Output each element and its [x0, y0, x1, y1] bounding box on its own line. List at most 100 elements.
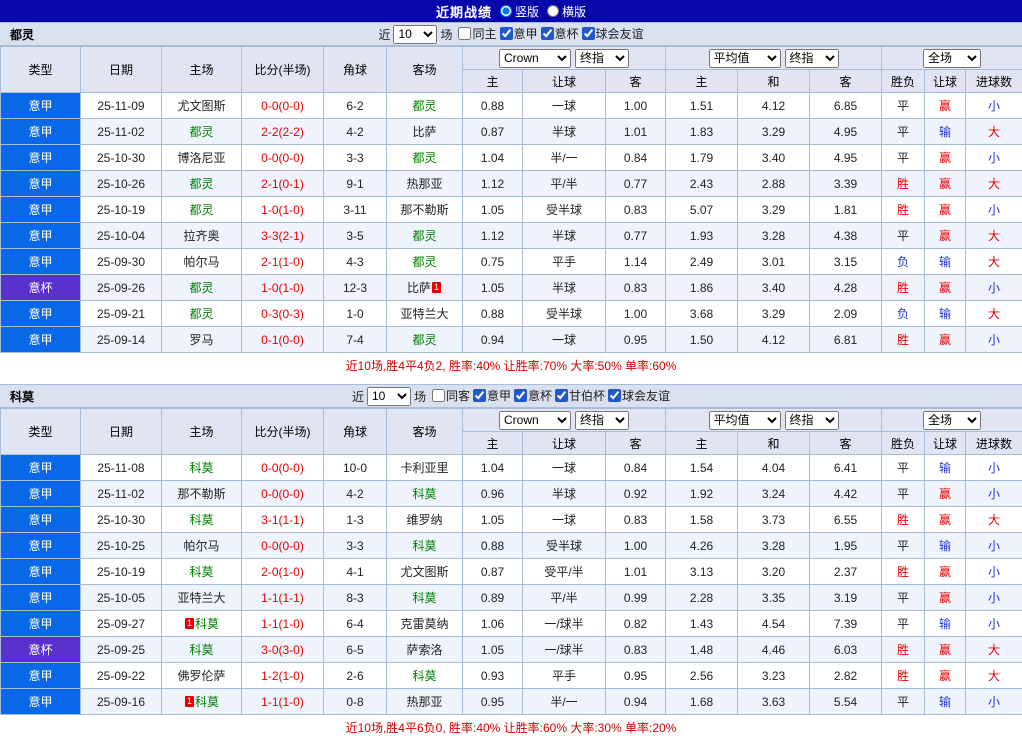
home-team-name[interactable]: 都灵 — [189, 177, 213, 191]
home-team-name[interactable]: 帕尔马 — [183, 539, 219, 553]
away-team-name[interactable]: 科莫 — [412, 539, 436, 553]
away-team-name[interactable]: 科莫 — [412, 669, 436, 683]
away-team-name[interactable]: 维罗纳 — [406, 513, 442, 527]
away-team-name[interactable]: 那不勒斯 — [400, 203, 448, 217]
avg-time-select[interactable]: 终指 — [785, 49, 839, 68]
filter-checkbox[interactable]: 同主 — [458, 25, 496, 42]
away-team-name[interactable]: 科莫 — [412, 487, 436, 501]
home-team-name[interactable]: 科莫 — [195, 617, 219, 631]
score-cell[interactable]: 1-0(1-0) — [242, 197, 324, 223]
home-team-name[interactable]: 那不勒斯 — [177, 487, 225, 501]
away-team-name[interactable]: 都灵 — [412, 151, 436, 165]
score-cell[interactable]: 2-1(0-1) — [242, 171, 324, 197]
filter-checkbox-input[interactable] — [514, 389, 527, 402]
score-cell[interactable]: 0-0(0-0) — [242, 93, 324, 119]
score-cell[interactable]: 0-1(0-0) — [242, 327, 324, 353]
score-cell[interactable]: 0-0(0-0) — [242, 455, 324, 481]
away-team-name[interactable]: 科莫 — [412, 591, 436, 605]
filter-checkbox[interactable]: 意甲 — [473, 387, 511, 404]
filter-checkbox-input[interactable] — [541, 27, 554, 40]
filter-checkbox-input[interactable] — [500, 27, 513, 40]
home-team-name[interactable]: 博洛尼亚 — [177, 151, 225, 165]
score-cell[interactable]: 1-0(1-0) — [242, 275, 324, 301]
score-cell[interactable]: 1-2(1-0) — [242, 663, 324, 689]
bookmaker-select[interactable]: Crown — [499, 49, 571, 68]
scope-select[interactable]: 全场 — [923, 411, 981, 430]
score-cell[interactable]: 3-3(2-1) — [242, 223, 324, 249]
result-cell: 平 — [882, 611, 925, 637]
filter-checkbox[interactable]: 球会友谊 — [582, 25, 644, 42]
bookmaker-select[interactable]: Crown — [499, 411, 571, 430]
score-cell[interactable]: 2-1(1-0) — [242, 249, 324, 275]
vertical-radio-input[interactable] — [500, 5, 512, 17]
filter-checkbox-input[interactable] — [555, 389, 568, 402]
score-cell[interactable]: 1-1(1-0) — [242, 611, 324, 637]
home-team-name[interactable]: 拉齐奥 — [183, 229, 219, 243]
away-team-name[interactable]: 克雷莫纳 — [400, 617, 448, 631]
away-team-name[interactable]: 都灵 — [412, 99, 436, 113]
away-team-name[interactable]: 都灵 — [412, 333, 436, 347]
away-team-name[interactable]: 都灵 — [412, 255, 436, 269]
filter-checkbox[interactable]: 意杯 — [541, 25, 579, 42]
filter-checkbox-input[interactable] — [608, 389, 621, 402]
score-cell[interactable]: 3-0(3-0) — [242, 637, 324, 663]
away-team-name[interactable]: 热那亚 — [406, 695, 442, 709]
away-team-name[interactable]: 卡利亚里 — [400, 461, 448, 475]
away-team-name[interactable]: 尤文图斯 — [400, 565, 448, 579]
filter-checkbox[interactable]: 球会友谊 — [608, 387, 670, 404]
score-cell[interactable]: 1-1(1-0) — [242, 689, 324, 715]
filter-checkbox-input[interactable] — [432, 389, 445, 402]
filter-checkbox-input[interactable] — [458, 27, 471, 40]
home-team-name[interactable]: 科莫 — [195, 695, 219, 709]
odds-time-select[interactable]: 终指 — [575, 411, 629, 430]
away-team-name[interactable]: 比萨 — [412, 125, 436, 139]
filter-checkbox-input[interactable] — [473, 389, 486, 402]
date-cell: 25-09-25 — [81, 637, 162, 663]
match-count-select[interactable]: 10 — [367, 387, 411, 406]
away-team-name[interactable]: 都灵 — [412, 229, 436, 243]
match-count-select[interactable]: 10 — [393, 25, 437, 44]
away-team-name[interactable]: 亚特兰大 — [400, 307, 448, 321]
home-team-name[interactable]: 都灵 — [189, 307, 213, 321]
home-team-name[interactable]: 帕尔马 — [183, 255, 219, 269]
corner-cell: 3-3 — [324, 533, 387, 559]
home-team-name[interactable]: 科莫 — [189, 461, 213, 475]
filter-checkbox[interactable]: 甘伯杯 — [555, 387, 605, 404]
stats-table: 类型 日期 主场 比分(半场) 角球 客场 Crown终指 平均值终指 全场 主… — [0, 46, 1022, 353]
score-cell[interactable]: 2-0(1-0) — [242, 559, 324, 585]
score-cell[interactable]: 2-2(2-2) — [242, 119, 324, 145]
away-team-name[interactable]: 热那亚 — [406, 177, 442, 191]
avg-away-cell: 5.54 — [810, 689, 882, 715]
avg-type-select[interactable]: 平均值 — [709, 49, 781, 68]
score-cell[interactable]: 0-3(0-3) — [242, 301, 324, 327]
filter-checkbox[interactable]: 同客 — [432, 387, 470, 404]
odds-time-select[interactable]: 终指 — [575, 49, 629, 68]
score-cell[interactable]: 0-0(0-0) — [242, 145, 324, 171]
score-cell[interactable]: 3-1(1-1) — [242, 507, 324, 533]
avg-draw-cell: 3.23 — [738, 663, 810, 689]
filter-checkbox[interactable]: 意杯 — [514, 387, 552, 404]
avg-type-select[interactable]: 平均值 — [709, 411, 781, 430]
filter-checkbox[interactable]: 意甲 — [500, 25, 538, 42]
home-team-name[interactable]: 罗马 — [189, 333, 213, 347]
away-team-name[interactable]: 萨索洛 — [406, 643, 442, 657]
home-team-name[interactable]: 科莫 — [189, 565, 213, 579]
horizontal-radio-input[interactable] — [547, 5, 559, 17]
filter-checkbox-input[interactable] — [582, 27, 595, 40]
layout-radio-horizontal[interactable]: 横版 — [547, 3, 586, 20]
score-cell[interactable]: 0-0(0-0) — [242, 533, 324, 559]
home-team-name[interactable]: 科莫 — [189, 643, 213, 657]
home-team-name[interactable]: 都灵 — [189, 125, 213, 139]
home-team-name[interactable]: 科莫 — [189, 513, 213, 527]
home-team-name[interactable]: 都灵 — [189, 203, 213, 217]
score-cell[interactable]: 0-0(0-0) — [242, 481, 324, 507]
home-team-name[interactable]: 尤文图斯 — [177, 99, 225, 113]
scope-select[interactable]: 全场 — [923, 49, 981, 68]
away-team-name[interactable]: 比萨 — [407, 281, 431, 295]
home-team-name[interactable]: 佛罗伦萨 — [177, 669, 225, 683]
avg-time-select[interactable]: 终指 — [785, 411, 839, 430]
layout-radio-vertical[interactable]: 竖版 — [500, 3, 539, 20]
home-team-name[interactable]: 亚特兰大 — [177, 591, 225, 605]
score-cell[interactable]: 1-1(1-1) — [242, 585, 324, 611]
home-team-name[interactable]: 都灵 — [189, 281, 213, 295]
